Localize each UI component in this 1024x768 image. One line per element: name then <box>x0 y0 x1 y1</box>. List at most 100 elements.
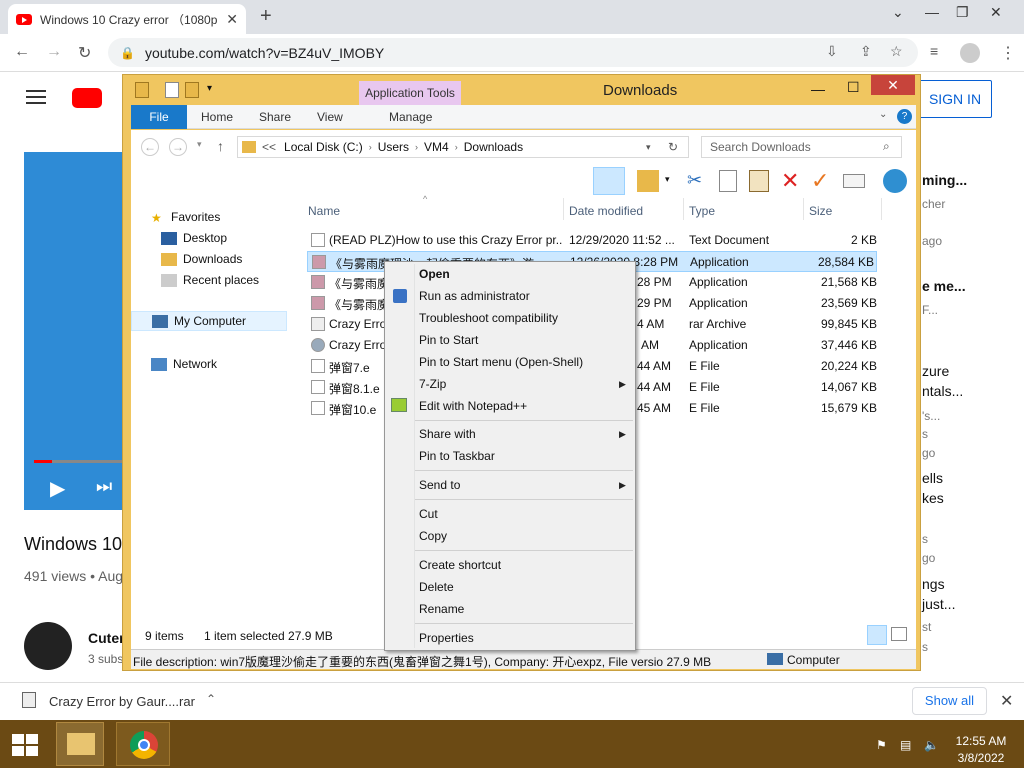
menu-create-shortcut[interactable]: Create shortcut <box>419 558 501 572</box>
nav-my-computer[interactable]: My Computer <box>131 311 287 331</box>
breadcrumb-vm4[interactable]: VM4 <box>424 140 449 154</box>
bookmark-star-icon[interactable]: ☆ <box>890 43 903 60</box>
menu-properties[interactable]: Properties <box>419 631 474 645</box>
side-title[interactable]: just... <box>922 596 955 612</box>
expand-ribbon-icon[interactable]: ⌄ <box>879 109 887 120</box>
refresh-icon[interactable]: ↻ <box>668 140 678 154</box>
dropdown-icon[interactable]: ▾ <box>665 174 670 185</box>
breadcrumb-users[interactable]: Users <box>378 140 409 154</box>
channel-name[interactable]: Cuter <box>88 630 125 646</box>
side-title[interactable]: ming... <box>922 172 967 188</box>
next-icon[interactable]: ⏭ <box>96 476 112 497</box>
network-tray-icon[interactable]: ▤ <box>900 738 911 752</box>
address-breadcrumb[interactable]: << Local Disk (C:) › Users › VM4 › Downl… <box>237 136 689 158</box>
column-date[interactable]: Date modified <box>569 204 643 218</box>
minimize-icon[interactable]: — <box>925 4 939 20</box>
tab-home[interactable]: Home <box>201 105 233 129</box>
minimize-icon[interactable]: — <box>811 81 825 97</box>
video-player[interactable] <box>24 152 124 510</box>
play-icon[interactable]: ▶ <box>50 476 65 501</box>
file-explorer-taskbar-icon[interactable] <box>56 722 104 766</box>
quick-access-icon[interactable] <box>135 82 149 98</box>
tab-search-icon[interactable]: ⌄ <box>892 4 904 21</box>
new-tab-icon[interactable]: + <box>260 5 272 28</box>
nav-recent[interactable]: Recent places <box>161 273 259 287</box>
nav-network[interactable]: Network <box>151 357 217 371</box>
help-icon[interactable]: ? <box>897 109 912 124</box>
menu-run-as-admin[interactable]: Run as administrator <box>419 289 530 303</box>
file-row[interactable]: (READ PLZ)How to use this Crazy Error pr… <box>307 230 877 251</box>
browser-tab[interactable]: Windows 10 Crazy error （1080p ✕ <box>8 4 246 34</box>
breadcrumb-downloads[interactable]: Downloads <box>464 140 523 154</box>
menu-open[interactable]: Open <box>419 267 450 281</box>
column-type[interactable]: Type <box>689 204 715 218</box>
tab-share[interactable]: Share <box>259 105 291 129</box>
clock-date[interactable]: 3/8/2022 <box>955 751 1007 765</box>
menu-share-with[interactable]: Share with <box>419 427 476 441</box>
clock-time[interactable]: 12:55 AM <box>955 734 1007 748</box>
menu-dots-icon[interactable]: ⋮ <box>1000 43 1016 63</box>
hamburger-menu-icon[interactable] <box>26 90 46 104</box>
download-item[interactable]: Crazy Error by Gaur....rar <box>49 694 195 709</box>
close-tab-icon[interactable]: ✕ <box>226 11 238 28</box>
column-name[interactable]: Name <box>308 204 340 218</box>
install-icon[interactable]: ⇩ <box>826 43 838 60</box>
sign-in-button[interactable]: SIGN IN <box>918 80 992 118</box>
nav-downloads[interactable]: Downloads <box>161 252 242 266</box>
youtube-logo-icon[interactable] <box>72 88 102 108</box>
menu-edit-notepad[interactable]: Edit with Notepad++ <box>419 399 527 413</box>
customize-qat-icon[interactable]: ▾ <box>207 83 212 94</box>
channel-avatar[interactable] <box>24 622 72 670</box>
menu-7zip[interactable]: 7-Zip <box>419 377 446 391</box>
start-button-icon[interactable] <box>12 734 38 756</box>
side-title[interactable]: zure <box>922 363 949 379</box>
explorer-titlebar[interactable]: ▾ Application Tools Downloads — ☐ ✕ <box>123 75 920 105</box>
recent-locations-icon[interactable]: ▾ <box>197 139 202 150</box>
video-progress-bar[interactable] <box>34 460 124 463</box>
details-view-icon[interactable] <box>867 625 887 645</box>
menu-rename[interactable]: Rename <box>419 602 464 616</box>
tab-file[interactable]: File <box>131 105 187 129</box>
menu-send-to[interactable]: Send to <box>419 478 460 492</box>
omnibox[interactable]: 🔒 youtube.com/watch?v=BZ4uV_IMOBY <box>108 38 918 67</box>
folder-options-icon[interactable] <box>637 170 659 192</box>
menu-pin-start-menu[interactable]: Pin to Start menu (Open-Shell) <box>419 355 583 369</box>
menu-delete[interactable]: Delete <box>419 580 454 594</box>
path-dropdown-icon[interactable]: ▾ <box>646 142 651 153</box>
menu-copy[interactable]: Copy <box>419 529 447 543</box>
maximize-icon[interactable]: ☐ <box>847 79 860 96</box>
tab-view[interactable]: View <box>317 105 343 129</box>
menu-troubleshoot[interactable]: Troubleshoot compatibility <box>419 311 558 325</box>
reload-icon[interactable]: ↻ <box>78 43 91 63</box>
tab-manage[interactable]: Manage <box>389 105 432 129</box>
delete-icon[interactable]: ✕ <box>781 168 799 194</box>
close-shelf-icon[interactable]: ✕ <box>1000 691 1013 711</box>
side-title[interactable]: e me... <box>922 278 966 294</box>
close-window-icon[interactable]: ✕ <box>871 75 915 95</box>
side-title[interactable]: ells <box>922 470 943 486</box>
forward-icon[interactable]: → <box>169 138 187 156</box>
checkmark-icon[interactable]: ✓ <box>811 168 829 194</box>
back-icon[interactable]: ← <box>141 138 159 156</box>
side-title[interactable]: ntals... <box>922 383 963 399</box>
show-all-button[interactable]: Show all <box>912 687 987 715</box>
large-icons-view-icon[interactable] <box>891 627 907 641</box>
nav-desktop[interactable]: Desktop <box>161 231 227 245</box>
menu-pin-taskbar[interactable]: Pin to Taskbar <box>419 449 495 463</box>
cut-icon[interactable]: ✂ <box>687 170 702 191</box>
media-control-icon[interactable]: ≡ <box>930 43 938 59</box>
download-options-icon[interactable]: ⌃ <box>206 692 216 706</box>
rename-icon[interactable] <box>843 174 865 188</box>
preview-pane-icon[interactable] <box>593 167 625 195</box>
menu-pin-to-start[interactable]: Pin to Start <box>419 333 478 347</box>
up-icon[interactable]: ↑ <box>217 138 224 154</box>
new-folder-icon[interactable] <box>185 82 199 98</box>
column-size[interactable]: Size <box>809 204 832 218</box>
forward-icon[interactable]: → <box>46 43 62 61</box>
paste-icon[interactable] <box>749 170 769 192</box>
menu-cut[interactable]: Cut <box>419 507 438 521</box>
breadcrumb-overflow[interactable]: << <box>262 140 276 154</box>
volume-icon[interactable]: 🔈 <box>924 738 939 752</box>
action-center-icon[interactable]: ⚑ <box>876 738 887 752</box>
nav-favorites[interactable]: ★ Favorites <box>151 210 220 225</box>
